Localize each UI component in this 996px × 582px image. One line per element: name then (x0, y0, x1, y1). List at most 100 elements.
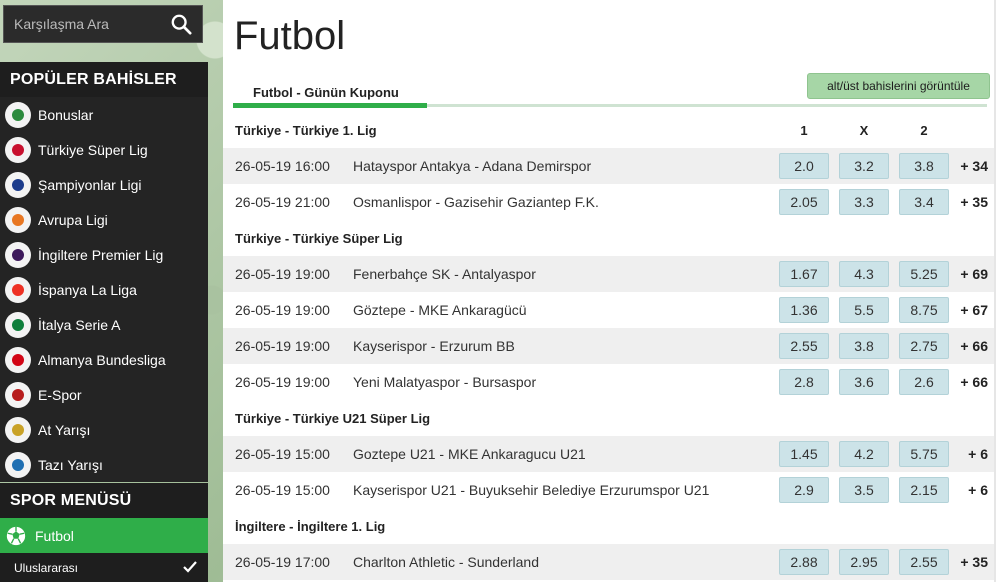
sidebar-item-label: At Yarışı (38, 421, 91, 438)
search-box (3, 5, 203, 43)
match-teams[interactable]: Kayserispor U21 - Buyuksehir Belediye Er… (353, 482, 709, 498)
search-icon[interactable] (170, 13, 192, 35)
match-date: 26-05-19 21:00 (235, 194, 330, 210)
match-teams[interactable]: Fenerbahçe SK - Antalyaspor (353, 266, 536, 282)
sidebar-item-greyhound[interactable]: Tazı Yarışı (0, 447, 208, 482)
odds-button-1[interactable]: 2.05 (779, 189, 829, 215)
match-teams[interactable]: Osmanlispor - Gazisehir Gaziantep F.K. (353, 194, 599, 210)
match-date: 26-05-19 19:00 (235, 266, 330, 282)
odds-button-1[interactable]: 2.8 (779, 369, 829, 395)
europa-league-icon (5, 206, 31, 233)
sidebar-item-label: İspanya La Liga (38, 281, 137, 298)
sidebar-item-label: E-Spor (38, 386, 82, 403)
sidebar-item-la-liga[interactable]: İspanya La Liga (0, 272, 208, 307)
odds-button-x[interactable]: 2.95 (839, 549, 889, 575)
match-date: 26-05-19 16:00 (235, 158, 330, 174)
sidebar-item-label: İtalya Serie A (38, 316, 121, 333)
odds-button-2[interactable]: 2.15 (899, 477, 949, 503)
sidebar-item-label: Türkiye Süper Lig (38, 141, 148, 158)
more-markets-link[interactable]: + 69 (960, 266, 988, 282)
sidebar-item-champions-league[interactable]: Şampiyonlar Ligi (0, 167, 208, 202)
sidebar-item-super-lig[interactable]: Türkiye Süper Lig (0, 132, 208, 167)
greyhound-icon (5, 451, 31, 478)
more-markets-link[interactable]: + 66 (960, 338, 988, 354)
sidebar-item-horse-racing[interactable]: At Yarışı (0, 412, 208, 447)
odds-button-1[interactable]: 2.9 (779, 477, 829, 503)
more-markets-link[interactable]: + 6 (968, 482, 988, 498)
league-name: Türkiye - Türkiye U21 Süper Lig (235, 410, 431, 426)
league-header: Türkiye - Türkiye 1. Lig 1 X 2 (223, 112, 996, 148)
odds-button-x[interactable]: 3.6 (839, 369, 889, 395)
odds-button-2[interactable]: 2.55 (899, 549, 949, 575)
league-name: İngiltere - İngiltere 1. Lig (235, 518, 386, 534)
column-header-2: 2 (920, 122, 928, 138)
sidebar-item-label: İngiltere Premier Lig (38, 246, 164, 263)
match-date: 26-05-19 15:00 (235, 446, 330, 462)
sidebar-item-premier-league[interactable]: İngiltere Premier Lig (0, 237, 208, 272)
match-row: 26-05-19 15:00 Goztepe U21 - MKE Ankaragu… (223, 436, 996, 472)
match-teams[interactable]: Charlton Athletic - Sunderland (353, 554, 539, 570)
sidebar-item-label: Tazı Yarışı (38, 456, 103, 473)
odds-button-2[interactable]: 3.4 (899, 189, 949, 215)
odds-button-x[interactable]: 3.5 (839, 477, 889, 503)
odds-button-2[interactable]: 5.75 (899, 441, 949, 467)
tab-gunun-kuponu[interactable]: Futbol - Günün Kuponu (253, 85, 399, 100)
over-under-button[interactable]: alt/üst bahislerini görüntüle (807, 73, 990, 99)
league-name: Türkiye - Türkiye 1. Lig (235, 122, 377, 138)
match-teams[interactable]: Hatayspor Antakya - Adana Demirspor (353, 158, 591, 174)
odds-button-2[interactable]: 8.75 (899, 297, 949, 323)
match-date: 26-05-19 19:00 (235, 302, 330, 318)
sidebar-item-serie-a[interactable]: İtalya Serie A (0, 307, 208, 342)
football-icon (6, 526, 26, 545)
odds-button-1[interactable]: 1.36 (779, 297, 829, 323)
odds-button-x[interactable]: 3.2 (839, 153, 889, 179)
sidebar-item-gift[interactable]: Bonuslar (0, 97, 208, 132)
odds-button-x[interactable]: 5.5 (839, 297, 889, 323)
odds-button-2[interactable]: 3.8 (899, 153, 949, 179)
match-teams[interactable]: Goztepe U21 - MKE Ankaragucu U21 (353, 446, 586, 462)
sidebar-subitem-label: Uluslararası (14, 560, 79, 575)
more-markets-link[interactable]: + 34 (960, 158, 988, 174)
more-markets-link[interactable]: + 35 (960, 554, 988, 570)
match-date: 26-05-19 19:00 (235, 338, 330, 354)
sidebar-subitem-uluslararasi[interactable]: Uluslararası (0, 553, 208, 582)
match-date: 26-05-19 19:00 (235, 374, 330, 390)
sidebar-item-esport[interactable]: E-Spor (0, 377, 208, 412)
super-lig-icon (5, 136, 31, 163)
sidebar-item-bundesliga[interactable]: Almanya Bundesliga (0, 342, 208, 377)
premier-league-icon (5, 241, 31, 268)
odds-button-1[interactable]: 1.67 (779, 261, 829, 287)
sidebar-item-label: Avrupa Ligi (38, 211, 108, 228)
odds-button-1[interactable]: 2.0 (779, 153, 829, 179)
more-markets-link[interactable]: + 66 (960, 374, 988, 390)
column-header-x: X (859, 122, 869, 138)
match-row: 26-05-19 19:00 Göztepe - MKE Ankaragücü 1.… (223, 292, 996, 328)
league-header: Türkiye - Türkiye U21 Süper Lig (223, 400, 996, 436)
more-markets-link[interactable]: + 6 (968, 446, 988, 462)
sidebar-item-futbol[interactable]: Futbol (0, 518, 208, 553)
column-header-1: 1 (800, 122, 808, 138)
odds-button-x[interactable]: 3.3 (839, 189, 889, 215)
match-teams[interactable]: Kayserispor - Erzurum BB (353, 338, 515, 354)
bundesliga-icon (5, 346, 31, 373)
odds-button-2[interactable]: 5.25 (899, 261, 949, 287)
la-liga-icon (5, 276, 31, 303)
odds-button-2[interactable]: 2.75 (899, 333, 949, 359)
sidebar-item-label: Şampiyonlar Ligi (38, 176, 142, 193)
main-content: Futbol Futbol - Günün Kuponu alt/üst bah… (223, 0, 996, 582)
page-title: Futbol (234, 14, 346, 58)
more-markets-link[interactable]: + 35 (960, 194, 988, 210)
search-input[interactable] (14, 16, 169, 32)
odds-button-x[interactable]: 4.2 (839, 441, 889, 467)
odds-button-2[interactable]: 2.6 (899, 369, 949, 395)
match-teams[interactable]: Yeni Malatyaspor - Bursaspor (353, 374, 536, 390)
odds-button-1[interactable]: 1.45 (779, 441, 829, 467)
sidebar-item-europa-league[interactable]: Avrupa Ligi (0, 202, 208, 237)
sidebar-item-label: Futbol (35, 527, 74, 544)
odds-button-1[interactable]: 2.55 (779, 333, 829, 359)
match-teams[interactable]: Göztepe - MKE Ankaragücü (353, 302, 527, 318)
more-markets-link[interactable]: + 67 (960, 302, 988, 318)
odds-button-x[interactable]: 4.3 (839, 261, 889, 287)
odds-button-1[interactable]: 2.88 (779, 549, 829, 575)
odds-button-x[interactable]: 3.8 (839, 333, 889, 359)
